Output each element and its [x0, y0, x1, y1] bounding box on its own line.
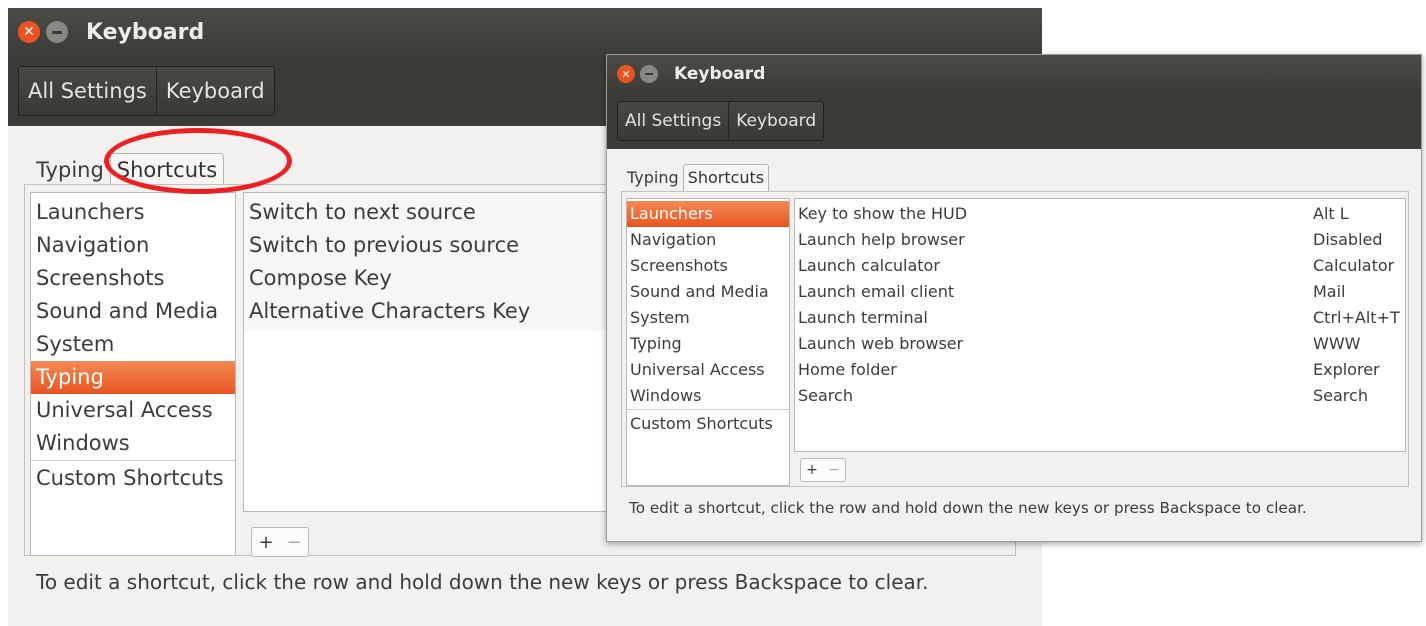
tab-shortcuts[interactable]: Shortcuts: [682, 164, 770, 191]
shortcut-row[interactable]: Home folder Explorer: [795, 357, 1405, 383]
highlight-circle: [104, 128, 292, 194]
shortcut-row[interactable]: Launch terminal Ctrl+Alt+T: [795, 305, 1405, 331]
shortcut-action: Launch email client: [798, 282, 955, 301]
category-list: Launchers Navigation Screenshots Sound a…: [30, 192, 236, 556]
shortcut-row[interactable]: Key to show the HUD Alt L: [795, 201, 1405, 227]
shortcut-action: Compose Key: [249, 266, 392, 290]
shortcut-action: Launch terminal: [798, 308, 928, 327]
shortcut-key: Mail: [1313, 282, 1346, 301]
remove-shortcut-button[interactable]: −: [280, 528, 308, 556]
title-bar: ✕ Keyboard: [607, 55, 1421, 93]
shortcut-action: Switch to previous source: [249, 233, 520, 257]
shortcut-key: Alt L: [1313, 204, 1349, 223]
category-launchers[interactable]: Launchers: [627, 201, 789, 227]
shortcut-key: Ctrl+Alt+T: [1313, 308, 1400, 327]
shortcut-key: Disabled: [1313, 230, 1383, 249]
shortcut-action: Alternative Characters Key: [249, 299, 531, 323]
shortcut-list: Key to show the HUD Alt L Launch help br…: [794, 198, 1406, 452]
breadcrumb-keyboard[interactable]: Keyboard: [728, 102, 823, 140]
category-launchers[interactable]: Launchers: [31, 196, 235, 229]
shortcut-key: Calculator: [1313, 256, 1395, 275]
shortcut-action: Key to show the HUD: [798, 204, 968, 223]
add-shortcut-button[interactable]: +: [252, 528, 280, 556]
title-bar: ✕ Keyboard: [8, 8, 1042, 56]
category-universal-access[interactable]: Universal Access: [627, 357, 789, 383]
breadcrumb-all-settings[interactable]: All Settings: [618, 102, 728, 140]
breadcrumb: All Settings Keyboard: [617, 101, 825, 141]
category-system[interactable]: System: [627, 305, 789, 331]
tab-typing[interactable]: Typing: [30, 154, 110, 186]
shortcut-key: WWW: [1313, 334, 1361, 353]
shortcut-action: Launch web browser: [798, 334, 964, 353]
shortcut-action: Switch to next source: [249, 200, 476, 224]
remove-shortcut-button[interactable]: −: [823, 459, 845, 481]
window-title: Keyboard: [86, 19, 205, 45]
category-typing[interactable]: Typing: [31, 361, 235, 394]
category-sound-and-media[interactable]: Sound and Media: [627, 279, 789, 305]
category-custom-shortcuts[interactable]: Custom Shortcuts: [627, 409, 789, 438]
minimize-icon[interactable]: [46, 21, 68, 43]
toolbar: All Settings Keyboard: [607, 93, 1421, 149]
add-shortcut-button[interactable]: +: [801, 459, 823, 481]
tab-typing[interactable]: Typing: [623, 165, 683, 191]
shortcuts-panel: Launchers Navigation Screenshots Sound a…: [621, 191, 1409, 487]
add-remove-controls: + −: [251, 527, 309, 557]
breadcrumb-all-settings[interactable]: All Settings: [19, 67, 156, 115]
shortcut-row[interactable]: Launch calculator Calculator: [795, 253, 1405, 279]
minimize-icon[interactable]: [640, 65, 658, 83]
shortcut-row[interactable]: Launch help browser Disabled: [795, 227, 1405, 253]
edit-hint: To edit a shortcut, click the row and ho…: [629, 499, 1307, 517]
shortcut-key: Explorer: [1313, 360, 1380, 379]
category-list: Launchers Navigation Screenshots Sound a…: [626, 198, 790, 486]
tab-bar: Typing Shortcuts: [623, 163, 770, 191]
category-windows[interactable]: Windows: [627, 383, 789, 409]
breadcrumb-keyboard[interactable]: Keyboard: [155, 67, 274, 115]
shortcut-action: Launch calculator: [798, 256, 940, 275]
category-system[interactable]: System: [31, 328, 235, 361]
category-screenshots[interactable]: Screenshots: [627, 253, 789, 279]
edit-hint: To edit a shortcut, click the row and ho…: [36, 570, 929, 594]
category-navigation[interactable]: Navigation: [627, 227, 789, 253]
breadcrumb: All Settings Keyboard: [18, 66, 275, 116]
category-typing[interactable]: Typing: [627, 331, 789, 357]
keyboard-window-front: ✕ Keyboard All Settings Keyboard Typing …: [606, 54, 1422, 542]
window-title: Keyboard: [674, 64, 766, 84]
close-icon[interactable]: ✕: [18, 21, 40, 43]
shortcut-row[interactable]: Launch web browser WWW: [795, 331, 1405, 357]
category-screenshots[interactable]: Screenshots: [31, 262, 235, 295]
close-icon[interactable]: ✕: [617, 65, 635, 83]
shortcut-action: Launch help browser: [798, 230, 965, 249]
category-windows[interactable]: Windows: [31, 427, 235, 460]
add-remove-controls: + −: [800, 458, 846, 482]
category-universal-access[interactable]: Universal Access: [31, 394, 235, 427]
shortcut-row[interactable]: Launch email client Mail: [795, 279, 1405, 305]
category-navigation[interactable]: Navigation: [31, 229, 235, 262]
shortcut-row[interactable]: Search Search: [795, 383, 1405, 409]
shortcut-action: Search: [798, 386, 853, 405]
shortcut-action: Home folder: [798, 360, 897, 379]
shortcut-key: Search: [1313, 386, 1368, 405]
category-sound-and-media[interactable]: Sound and Media: [31, 295, 235, 328]
category-custom-shortcuts[interactable]: Custom Shortcuts: [31, 460, 235, 496]
